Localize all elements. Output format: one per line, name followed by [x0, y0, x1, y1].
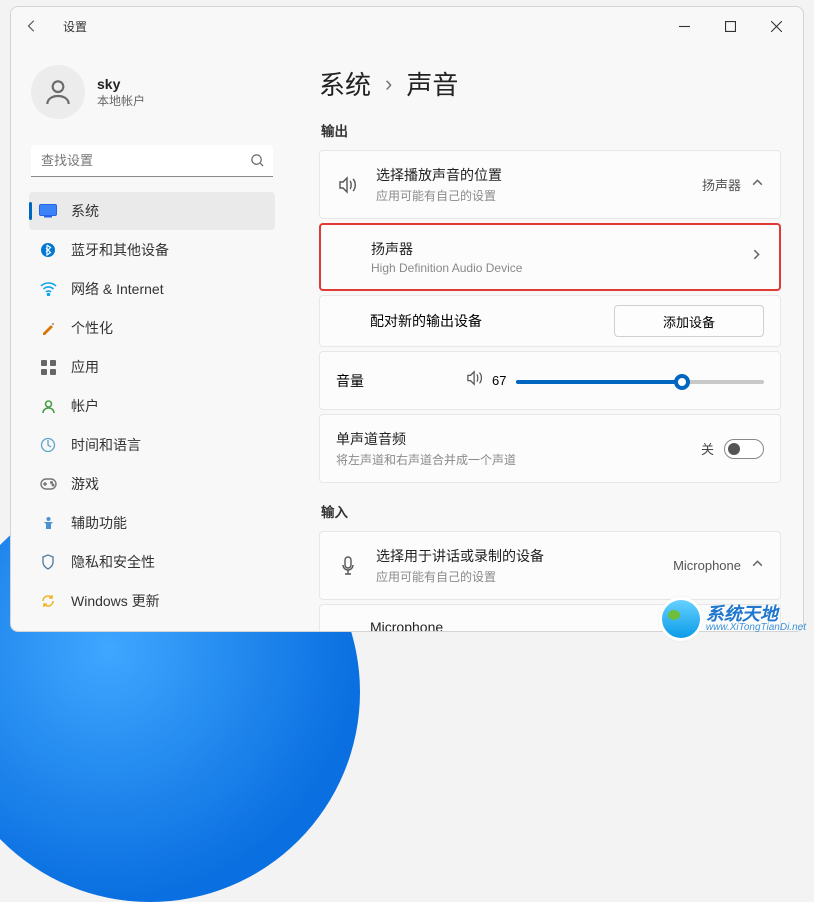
brush-icon — [39, 319, 57, 337]
sidebar-item-network[interactable]: 网络 & Internet — [29, 270, 275, 308]
settings-window: 设置 sky 本地帐户 — [10, 6, 804, 632]
sidebar-item-label: Windows 更新 — [71, 591, 160, 611]
search-input[interactable] — [31, 145, 273, 177]
breadcrumb-page: 声音 — [406, 65, 458, 102]
pair-output-row: 配对新的输出设备 添加设备 — [319, 295, 781, 347]
sidebar-item-label: 帐户 — [71, 396, 99, 416]
watermark-cn: 系统天地 — [706, 605, 806, 623]
sidebar-item-label: 网络 & Internet — [71, 279, 164, 299]
arrow-left-icon — [25, 19, 39, 33]
wifi-icon — [39, 280, 57, 298]
sidebar-item-label: 辅助功能 — [71, 513, 127, 533]
card-title: 选择用于讲话或录制的设备 — [376, 546, 673, 566]
output-location-card[interactable]: 选择播放声音的位置 应用可能有自己的设置 扬声器 — [319, 150, 781, 219]
sidebar: sky 本地帐户 系统 蓝牙和其他设备 — [11, 45, 289, 631]
input-value: Microphone — [673, 558, 741, 573]
person-icon — [42, 76, 74, 108]
sidebar-item-gaming[interactable]: 游戏 — [29, 465, 275, 503]
clock-globe-icon — [39, 436, 57, 454]
speaker-icon[interactable] — [466, 370, 484, 391]
profile-type: 本地帐户 — [97, 92, 145, 109]
output-value: 扬声器 — [702, 175, 741, 194]
sidebar-item-label: 个性化 — [71, 318, 113, 338]
globe-icon — [662, 600, 700, 638]
avatar — [31, 65, 85, 119]
titlebar: 设置 — [11, 7, 803, 45]
volume-slider[interactable] — [516, 371, 764, 391]
microphone-icon — [336, 556, 360, 576]
update-icon — [39, 592, 57, 610]
breadcrumb-root[interactable]: 系统 — [319, 65, 371, 102]
volume-value: 67 — [492, 373, 506, 388]
card-subtitle: 应用可能有自己的设置 — [376, 568, 673, 585]
sidebar-item-label: 时间和语言 — [71, 435, 141, 455]
card-subtitle: High Definition Audio Device — [371, 261, 750, 275]
sidebar-item-privacy[interactable]: 隐私和安全性 — [29, 543, 275, 581]
shield-icon — [39, 553, 57, 571]
apps-icon — [39, 358, 57, 376]
sidebar-item-personalization[interactable]: 个性化 — [29, 309, 275, 347]
sidebar-item-label: 游戏 — [71, 474, 99, 494]
app-title: 设置 — [63, 18, 87, 35]
close-icon — [771, 21, 782, 32]
nav-list: 系统 蓝牙和其他设备 网络 & Internet 个性化 应用 — [27, 191, 277, 631]
pair-label: 配对新的输出设备 — [370, 311, 614, 331]
sidebar-item-update[interactable]: Windows 更新 — [29, 582, 275, 620]
speaker-icon — [336, 176, 360, 194]
bluetooth-icon — [39, 241, 57, 259]
section-title-output: 输出 — [321, 120, 797, 140]
chevron-up-icon — [751, 176, 764, 194]
mono-toggle[interactable] — [724, 439, 764, 459]
chevron-right-icon: › — [385, 71, 392, 97]
window-close-button[interactable] — [753, 9, 799, 43]
minimize-icon — [679, 21, 690, 32]
window-maximize-button[interactable] — [707, 9, 753, 43]
system-icon — [39, 202, 57, 220]
back-button[interactable] — [15, 9, 49, 43]
chevron-right-icon — [750, 248, 763, 266]
card-title: 选择播放声音的位置 — [376, 165, 702, 185]
card-title: 扬声器 — [371, 239, 750, 259]
sidebar-item-time[interactable]: 时间和语言 — [29, 426, 275, 464]
search-icon — [250, 153, 265, 173]
mono-audio-card[interactable]: 单声道音频 将左声道和右声道合并成一个声道 关 — [319, 414, 781, 483]
sidebar-item-label: 蓝牙和其他设备 — [71, 240, 169, 260]
volume-label: 音量 — [336, 371, 466, 391]
accessibility-icon — [39, 514, 57, 532]
main-content: 系统 › 声音 输出 选择播放声音的位置 应用可能有自己的设置 扬声器 扬声器 — [289, 45, 803, 631]
speaker-device-card[interactable]: 扬声器 High Definition Audio Device — [319, 223, 781, 291]
card-subtitle: 应用可能有自己的设置 — [376, 187, 702, 204]
sidebar-item-label: 隐私和安全性 — [71, 552, 155, 572]
volume-card: 音量 67 — [319, 351, 781, 410]
account-icon — [39, 397, 57, 415]
breadcrumb: 系统 › 声音 — [319, 65, 797, 102]
sidebar-item-bluetooth[interactable]: 蓝牙和其他设备 — [29, 231, 275, 269]
search-box[interactable] — [31, 145, 273, 177]
sidebar-item-accounts[interactable]: 帐户 — [29, 387, 275, 425]
chevron-up-icon — [751, 557, 764, 575]
window-minimize-button[interactable] — [661, 9, 707, 43]
card-subtitle: 将左声道和右声道合并成一个声道 — [336, 451, 701, 468]
watermark: 系统天地 www.XiTongTianDi.net — [662, 600, 806, 638]
profile[interactable]: sky 本地帐户 — [27, 53, 277, 139]
gamepad-icon — [39, 475, 57, 493]
section-title-input: 输入 — [321, 501, 797, 521]
toggle-state: 关 — [701, 439, 714, 458]
sidebar-item-label: 系统 — [71, 201, 99, 221]
sidebar-item-apps[interactable]: 应用 — [29, 348, 275, 386]
profile-name: sky — [97, 76, 145, 92]
sidebar-item-system[interactable]: 系统 — [29, 192, 275, 230]
sidebar-item-label: 应用 — [71, 357, 99, 377]
add-device-button[interactable]: 添加设备 — [614, 305, 764, 337]
card-title: 单声道音频 — [336, 429, 701, 449]
sidebar-item-accessibility[interactable]: 辅助功能 — [29, 504, 275, 542]
input-device-card[interactable]: 选择用于讲话或录制的设备 应用可能有自己的设置 Microphone — [319, 531, 781, 600]
maximize-icon — [725, 21, 736, 32]
watermark-en: www.XiTongTianDi.net — [706, 623, 806, 633]
